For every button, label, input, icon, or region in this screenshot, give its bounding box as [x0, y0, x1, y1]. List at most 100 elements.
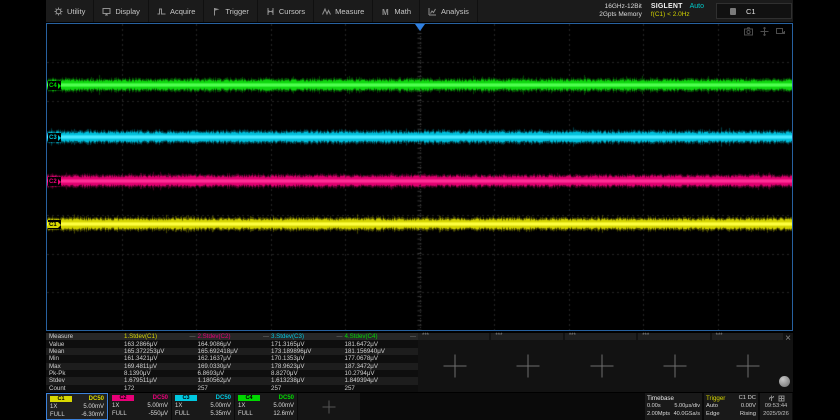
menu-display-label: Display — [115, 7, 140, 16]
menu-utility-label: Utility — [67, 7, 85, 16]
menu-trigger-label: Trigger — [225, 7, 248, 16]
add-measurement-slot[interactable] — [638, 340, 711, 392]
cursors-icon — [266, 7, 275, 16]
plus-icon — [517, 355, 540, 378]
datetime-box[interactable]: 09:53:44 2025/9/26 — [760, 393, 792, 420]
channel-box-c4[interactable]: C4DC50 1X5.00mV FULL12.6mV — [235, 393, 297, 420]
measure-row-mean: Mean 165.372253μV 165.692418μV 173.18989… — [46, 348, 418, 355]
oscilloscope-ui: Utility Display Acquire Trigger Cursors … — [46, 0, 793, 420]
channel-badge: C3 — [175, 395, 197, 402]
channel-badge: C4 — [238, 395, 260, 402]
math-icon: M — [381, 7, 390, 16]
plus-icon — [301, 394, 357, 419]
menu-utility[interactable]: Utility — [46, 0, 94, 22]
channel-box-c1[interactable]: C1DC50 1X5.00mV FULL-6.30mV — [46, 393, 108, 420]
network-icon — [778, 395, 785, 402]
menu-analysis-label: Analysis — [441, 7, 469, 16]
measure-icon — [322, 7, 331, 16]
empty-column-header: *** — [418, 333, 489, 340]
measure-title: Measure — [46, 333, 124, 340]
plus-icon — [663, 355, 686, 378]
collapse-icon[interactable]: — — [337, 334, 345, 340]
plus-icon — [590, 355, 613, 378]
system-info: 16GHz-12Bit 2Gpts Memory — [599, 3, 642, 19]
plus-icon — [443, 355, 466, 378]
screenshot-camera-icon[interactable] — [744, 27, 753, 36]
menu-display[interactable]: Display — [94, 0, 149, 22]
menu-cursors[interactable]: Cursors — [258, 0, 314, 22]
measure-row-pkpk: Pk-Pk 8.1390μV 6.8693μV 8.8270μV 10.2794… — [46, 370, 418, 377]
clock-date: 2025/9/26 — [762, 410, 790, 418]
svg-text:M: M — [382, 8, 389, 16]
menubar-right: 16GHz-12Bit 2Gpts Memory SIGLENT Auto f(… — [599, 0, 793, 22]
menu-math[interactable]: M Math — [373, 0, 420, 22]
collapse-icon[interactable]: — — [190, 334, 198, 340]
measure-row-value: Value 163.2866μV 164.9086μV 171.3165μV 1… — [46, 340, 418, 347]
measure-col4-header[interactable]: 4.Stdev(C4)— — [345, 333, 419, 340]
gear-icon — [54, 7, 63, 16]
add-channel-box[interactable] — [298, 393, 360, 420]
measure-row-count: Count 172 257 257 257 — [46, 385, 418, 392]
measure-col3-header[interactable]: 3.Stdev(C3)— — [271, 333, 345, 340]
brand-block: SIGLENT Auto f(C1) < 2.0Hz — [651, 3, 704, 19]
measure-header-row: Measure 1.Stdev(C1)— 2.Stdev(C2)— 3.Stde… — [46, 333, 418, 340]
clock-time: 09:53:44 — [762, 402, 790, 410]
usb-icon — [768, 395, 775, 402]
channel-arrow-icon — [58, 83, 61, 89]
menu-acquire-label: Acquire — [170, 7, 195, 16]
trigger-box[interactable]: TriggerC1 DC Auto0.00V EdgeRising — [704, 393, 758, 420]
menu-trigger[interactable]: Trigger — [204, 0, 257, 22]
menu-analysis[interactable]: Analysis — [420, 0, 478, 22]
acquire-icon — [157, 7, 166, 16]
measure-col1-header[interactable]: 1.Stdev(C1)— — [124, 333, 198, 340]
empty-column-header: *** — [565, 333, 636, 340]
measure-col2-header[interactable]: 2.Stdev(C2)— — [198, 333, 272, 340]
empty-column-header: *** — [491, 333, 562, 340]
channel-box-c2[interactable]: C2DC50 1X5.00mV FULL-550μV — [109, 393, 171, 420]
menubar: Utility Display Acquire Trigger Cursors … — [46, 0, 793, 22]
channel-tag-c4[interactable]: C4 — [48, 81, 61, 90]
channel-tag-c2[interactable]: C2 — [48, 177, 61, 186]
channel-tag-c3[interactable]: C3 — [48, 133, 61, 142]
channel-arrow-icon — [58, 135, 61, 141]
wave-corner-toolbar — [744, 27, 785, 36]
status-bar: C1DC50 1X5.00mV FULL-6.30mV C2DC50 1X5.0… — [46, 393, 793, 420]
waveform-grid-canvas[interactable] — [47, 24, 792, 330]
analysis-icon — [428, 7, 437, 16]
add-measurement-slot[interactable] — [712, 340, 785, 392]
trigger-flag-icon — [212, 7, 221, 16]
active-channel-selector[interactable]: C1 — [716, 3, 792, 19]
menu-acquire[interactable]: Acquire — [149, 0, 204, 22]
move-crosshair-icon[interactable] — [760, 27, 769, 36]
channel-badge: C2 — [112, 395, 134, 402]
add-measurement-slot[interactable] — [418, 340, 491, 392]
empty-column-header: *** — [712, 333, 783, 340]
measure-panel: Measure 1.Stdev(C1)— 2.Stdev(C2)— 3.Stde… — [46, 333, 793, 392]
drag-handle[interactable] — [779, 376, 790, 387]
collapse-icon[interactable]: — — [410, 334, 418, 340]
channel-tag-c1[interactable]: C1 — [48, 220, 61, 229]
acquisition-mode-badge[interactable]: Auto — [690, 3, 704, 11]
plus-icon — [737, 355, 760, 378]
channel-badge: C1 — [50, 396, 72, 403]
brand-logo: SIGLENT — [651, 3, 683, 11]
collapse-icon[interactable]: — — [263, 334, 271, 340]
add-measurement-slot[interactable] — [491, 340, 564, 392]
waveform-display[interactable]: C4 C3 C2 C1 — [46, 23, 793, 331]
channel-arrow-icon — [58, 179, 61, 185]
channel-arrow-icon — [58, 222, 61, 228]
trigger-position-marker[interactable] — [415, 24, 425, 31]
measure-row-max: Max 169.4811μV 169.0330μV 178.9623μV 187… — [46, 363, 418, 370]
active-channel-label: C1 — [746, 7, 756, 16]
menu-measure[interactable]: Measure — [314, 0, 373, 22]
system-info-bandwidth: 16GHz-12Bit — [599, 3, 642, 11]
channel-box-c3[interactable]: C3DC50 1X5.00mV FULL5.35mV — [172, 393, 234, 420]
add-measurement-slot[interactable] — [565, 340, 638, 392]
close-icon[interactable]: × — [785, 334, 791, 343]
measure-row-min: Min 161.3421μV 162.1637μV 170.1353μV 177… — [46, 355, 418, 362]
timebase-box[interactable]: Timebase 0.00s5.00μs/div 2.00Mpts40.0GSa… — [645, 393, 702, 420]
export-icon[interactable] — [776, 27, 785, 36]
menu-math-label: Math — [394, 7, 411, 16]
display-icon — [102, 7, 111, 16]
empty-column-header: *** — [638, 333, 709, 340]
